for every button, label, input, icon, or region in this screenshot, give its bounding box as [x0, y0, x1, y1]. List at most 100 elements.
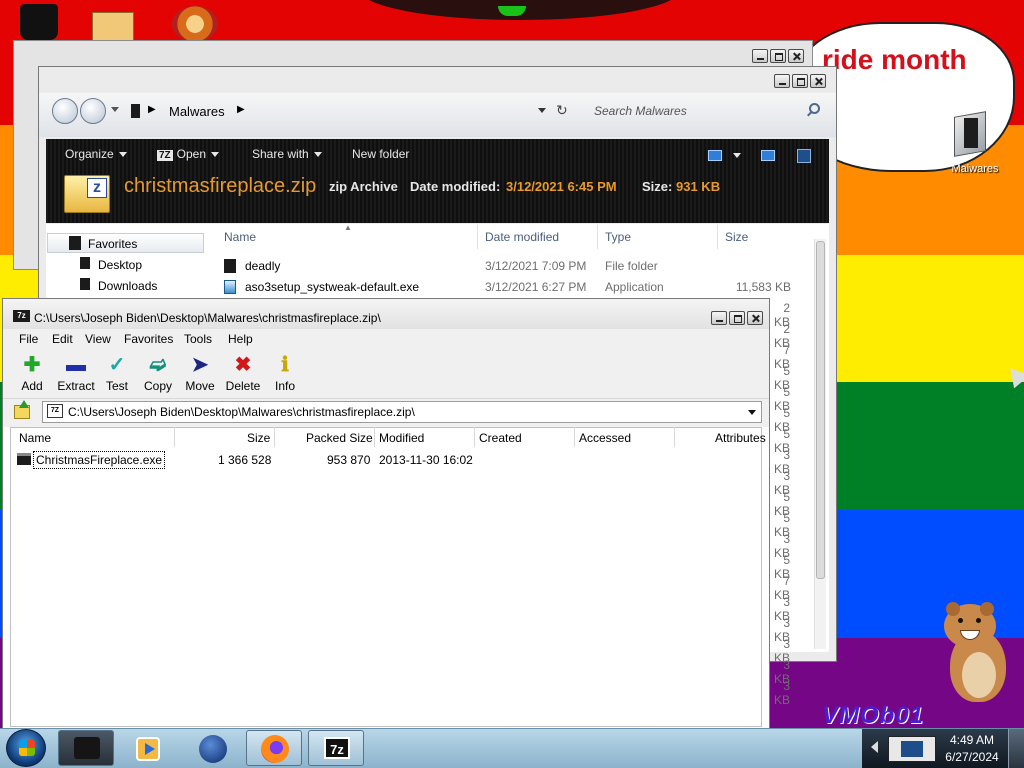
media-player-icon [136, 737, 160, 761]
malwares-folder-icon[interactable] [950, 110, 990, 157]
info-button[interactable]: ℹ Info [267, 354, 303, 393]
preview-pane-icon[interactable] [761, 150, 775, 161]
test-button[interactable]: ✓ Test [99, 354, 135, 393]
arrow-right-icon: ➤ [191, 354, 209, 376]
breadcrumb-separator-icon[interactable]: ▶ [237, 104, 245, 115]
minimize-button[interactable] [711, 311, 727, 325]
refresh-icon[interactable]: ↻ [556, 102, 568, 119]
plus-icon: ✚ [23, 354, 41, 376]
menu-help[interactable]: Help [228, 332, 253, 346]
archive-item-name[interactable]: ChristmasFireplace.exe [33, 451, 166, 469]
window-controls [774, 74, 826, 88]
favorites-label[interactable]: Favorites [88, 237, 137, 251]
menu-view[interactable]: View [85, 332, 111, 346]
scrollbar-thumb[interactable] [816, 241, 825, 579]
desktop-icon [80, 257, 90, 269]
menu-tools[interactable]: Tools [184, 332, 212, 346]
details-size-label: Size: [642, 179, 673, 194]
desktop-shortcut-icon[interactable] [172, 6, 218, 42]
breadcrumb-malwares[interactable]: Malwares [169, 104, 225, 119]
close-button[interactable] [788, 49, 804, 63]
details-date-modified-label: Date modified: [410, 179, 501, 194]
check-icon: ✓ [108, 354, 126, 376]
document-icon [964, 118, 978, 148]
desktop-shortcut-icon[interactable] [92, 12, 134, 42]
change-view-icon[interactable] [708, 150, 722, 161]
taskbar-explorer[interactable] [58, 730, 114, 766]
column-header-created[interactable]: Created [479, 431, 522, 445]
maximize-button[interactable] [792, 74, 808, 88]
nav-item-downloads[interactable]: Downloads [98, 279, 157, 293]
back-button[interactable] [52, 98, 78, 124]
share-with-button[interactable]: Share with [252, 147, 322, 161]
folder-icon [224, 259, 236, 273]
maximize-button[interactable] [770, 49, 786, 63]
column-header-attributes[interactable]: Attributes [715, 431, 766, 445]
extract-button[interactable]: ▬ Extract [55, 354, 97, 393]
add-button[interactable]: ✚ Add [14, 354, 50, 393]
clock-time[interactable]: 4:49 AM [944, 733, 1000, 747]
address-value[interactable]: C:\Users\Joseph Biden\Desktop\Malwares\c… [68, 405, 415, 419]
network-icon[interactable] [888, 736, 936, 762]
info-icon: ℹ [281, 354, 289, 376]
malwares-folder-label[interactable]: Malwares [940, 163, 1010, 175]
nav-item-desktop[interactable]: Desktop [98, 258, 142, 272]
menu-edit[interactable]: Edit [52, 332, 73, 346]
column-header-type[interactable]: Type [605, 230, 631, 244]
taskbar-media-player[interactable] [118, 730, 176, 766]
column-header-modified[interactable]: Modified [379, 431, 424, 445]
copy-button[interactable]: ➫ Copy [140, 354, 176, 393]
file-name: deadly [245, 259, 281, 273]
column-header-accessed[interactable]: Accessed [579, 431, 631, 445]
show-desktop-button[interactable] [1008, 729, 1024, 768]
chevron-down-icon[interactable] [748, 410, 756, 415]
file-date: 3/12/2021 6:27 PM [485, 280, 587, 294]
minimize-button[interactable] [752, 49, 768, 63]
address-dropdown-icon[interactable] [538, 108, 546, 113]
taskbar-7zip[interactable]: 7z [308, 730, 364, 766]
maximize-button[interactable] [729, 311, 745, 325]
details-date-modified-value: 3/12/2021 6:45 PM [506, 179, 617, 194]
taskbar-firefox[interactable] [246, 730, 302, 766]
explorer-icon [74, 737, 100, 759]
folder-up-icon[interactable] [14, 400, 30, 419]
column-header-name[interactable]: Name [224, 230, 256, 244]
close-button[interactable] [810, 74, 826, 88]
close-button[interactable] [747, 311, 763, 325]
menu-favorites[interactable]: Favorites [124, 332, 173, 346]
chevron-down-icon [118, 152, 127, 158]
show-hidden-icons-icon[interactable] [871, 741, 878, 753]
column-header-packed-size[interactable]: Packed Size [306, 431, 373, 445]
taskbar-browser[interactable] [184, 730, 240, 766]
hamster-sticker [940, 600, 1010, 705]
organize-button[interactable]: Organize [65, 147, 127, 161]
speech-bubble-text: ride month [822, 44, 967, 75]
recent-pages-dropdown-icon[interactable] [111, 107, 119, 112]
search-icon[interactable] [809, 103, 820, 114]
move-button[interactable]: ➤ Move [182, 354, 218, 393]
clock-date[interactable]: 6/27/2024 [940, 750, 1004, 764]
globe-icon [199, 735, 227, 763]
double-arrow-right-icon: ➫ [149, 354, 167, 376]
delete-button[interactable]: ✖ Delete [224, 354, 262, 393]
menu-file[interactable]: File [19, 332, 38, 346]
vm-watermark: VMOb01 [822, 702, 925, 728]
open-button[interactable]: 7Z Open [157, 147, 220, 161]
minimize-button[interactable] [774, 74, 790, 88]
help-icon[interactable] [797, 149, 811, 163]
column-header-size[interactable]: Size [725, 230, 748, 244]
forward-button[interactable] [80, 98, 106, 124]
downloads-icon [80, 278, 90, 290]
new-folder-button[interactable]: New folder [352, 147, 409, 161]
chevron-down-icon[interactable] [733, 153, 741, 158]
breadcrumb-separator-icon[interactable]: ▶ [148, 104, 156, 115]
column-header-size[interactable]: Size [247, 431, 270, 445]
search-placeholder: Search Malwares [594, 104, 687, 118]
desktop-shortcut-icon[interactable] [20, 4, 58, 40]
partially-hidden-sizes: 2 KB 2 KB 7 KB 5 KB 5 KB 5 KB 5 KB 3 KB … [768, 301, 790, 707]
start-button[interactable] [6, 729, 46, 767]
column-header-name[interactable]: Name [19, 431, 51, 445]
archive-file-list[interactable] [10, 427, 762, 727]
file-type: File folder [605, 259, 658, 273]
column-header-date-modified[interactable]: Date modified [485, 230, 559, 244]
